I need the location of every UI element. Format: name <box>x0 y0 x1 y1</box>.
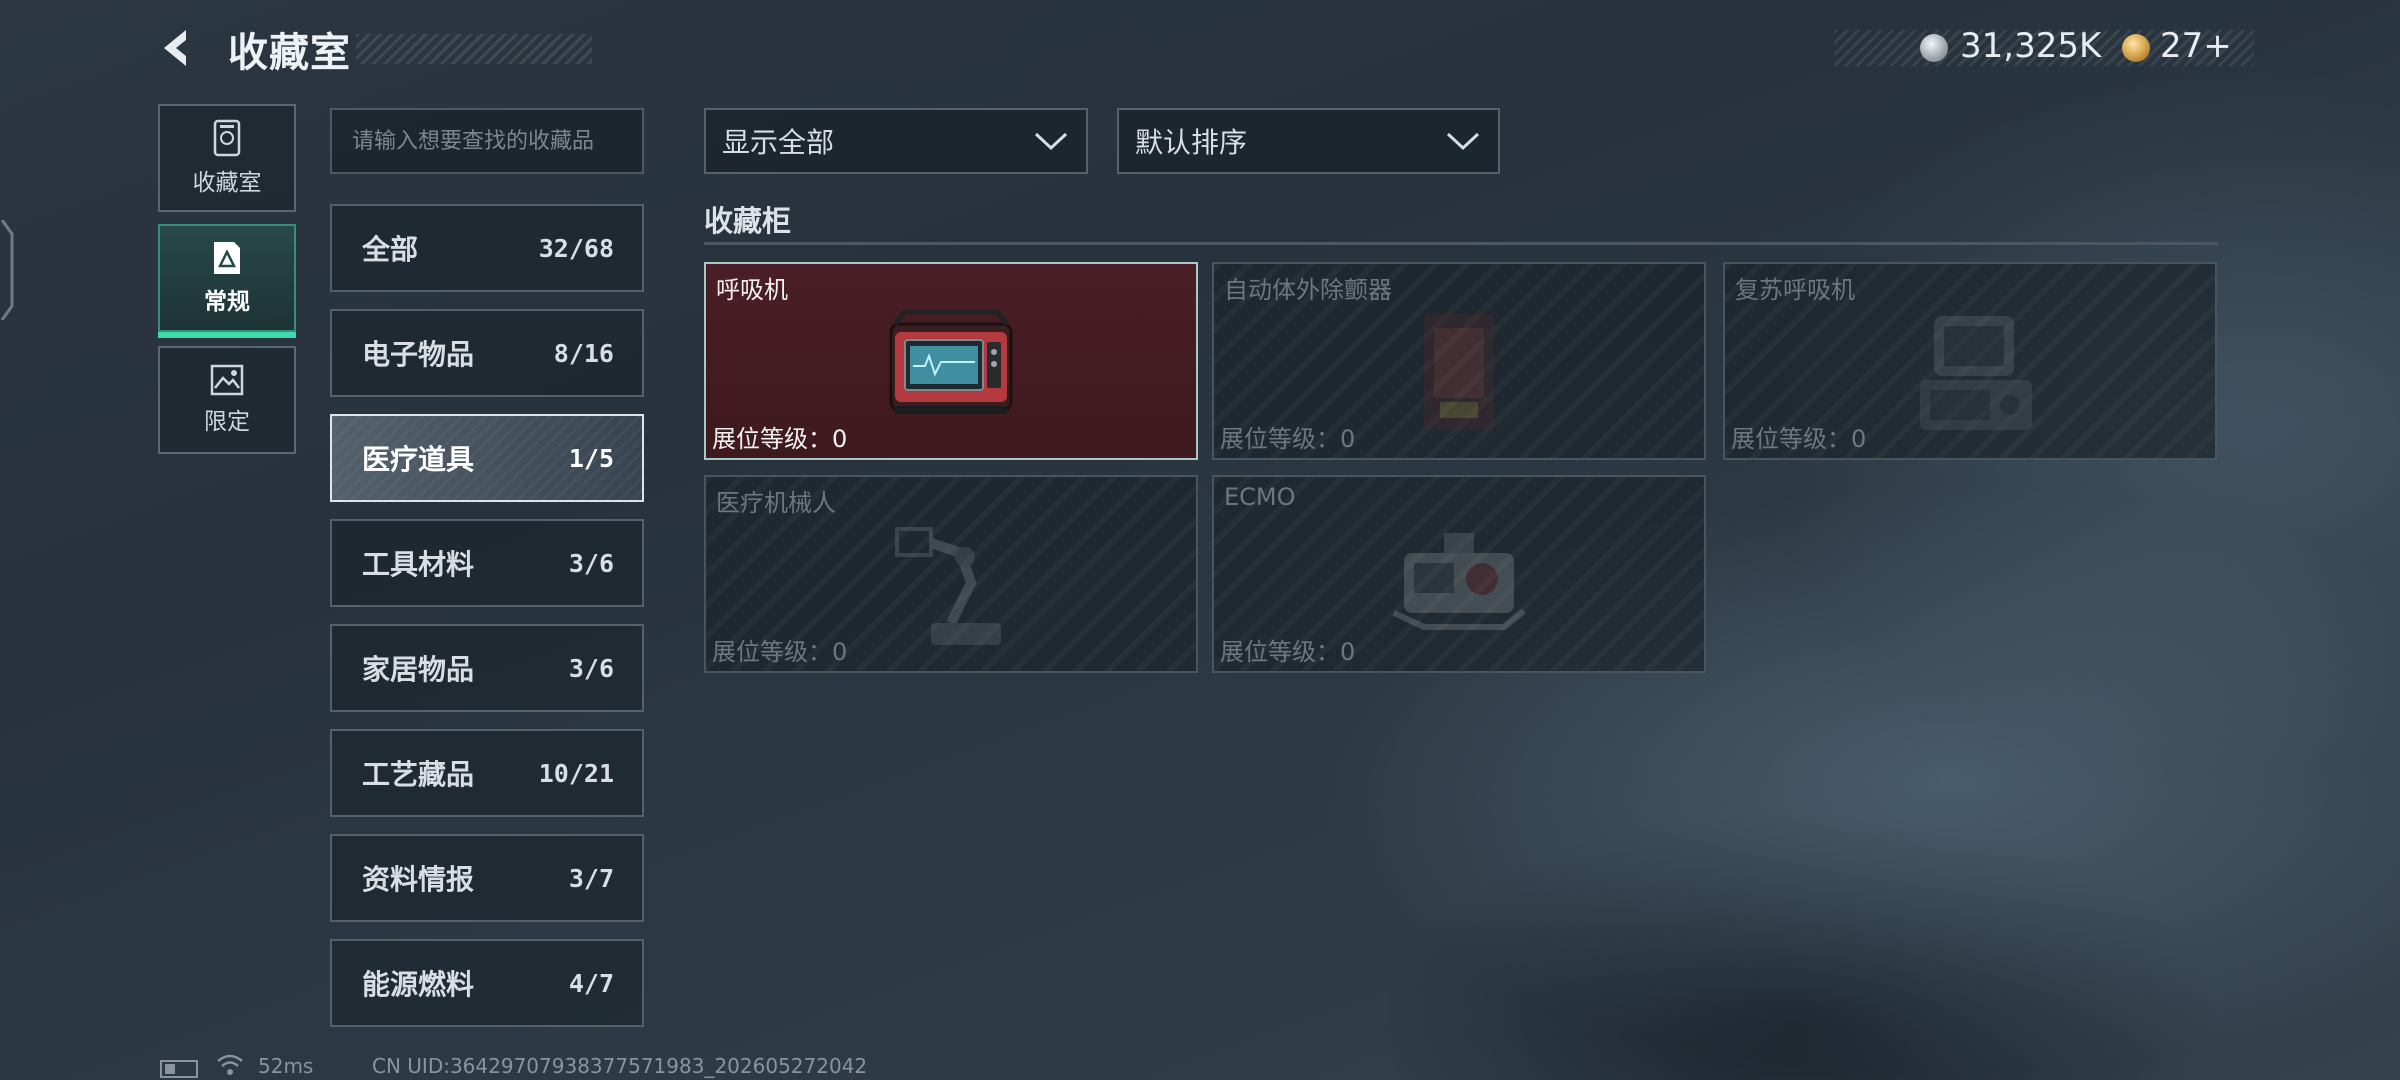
gold-currency-value[interactable]: 27+ <box>2160 26 2232 66</box>
item-name: 医疗机械人 <box>716 489 836 517</box>
category-name: 工艺藏品 <box>362 758 475 791</box>
gold-coin-icon <box>2122 34 2150 62</box>
category-count: 1/5 <box>568 443 614 473</box>
category-name: 电子物品 <box>362 338 475 371</box>
item-level: 展位等级：0 <box>712 638 848 666</box>
side-tab-limited[interactable]: 限定 <box>158 346 296 454</box>
item-name: 复苏呼吸机 <box>1735 276 1855 304</box>
vault-icon <box>213 119 241 157</box>
silver-coin-icon <box>1920 34 1948 62</box>
defibrillator-image <box>1424 314 1494 430</box>
collection-item-ventilator[interactable]: 呼吸机 展位等级：0 <box>704 262 1198 460</box>
category-all[interactable]: 全部 32/68 <box>330 204 644 292</box>
search-input[interactable] <box>352 128 622 154</box>
category-count: 4/7 <box>568 968 614 998</box>
item-name: ECMO <box>1224 483 1296 511</box>
uid-text: CN UID:36429707938377571983_202605272042 <box>372 1054 868 1078</box>
collection-item-resuscitator[interactable]: 复苏呼吸机 展位等级：0 <box>1723 262 2217 460</box>
collection-item-ecmo[interactable]: ECMO 展位等级：0 <box>1212 475 1706 673</box>
category-name: 能源燃料 <box>362 968 475 1001</box>
category-count: 8/16 <box>553 338 614 368</box>
chevron-down-icon <box>1034 132 1068 151</box>
section-divider <box>704 242 2218 245</box>
item-level: 展位等级：0 <box>1220 638 1356 666</box>
back-button[interactable] <box>156 26 200 70</box>
category-count: 10/21 <box>538 758 614 788</box>
side-tab-label: 限定 <box>204 409 250 435</box>
picture-icon <box>210 364 244 396</box>
category-name: 医疗道具 <box>362 443 475 476</box>
document-icon <box>214 242 240 274</box>
sort-dropdown[interactable]: 默认排序 <box>1117 108 1500 174</box>
ping-value: 52ms <box>258 1054 314 1078</box>
category-intel[interactable]: 资料情报 3/7 <box>330 834 644 922</box>
display-filter-value: 显示全部 <box>722 126 835 159</box>
side-tab-label: 收藏室 <box>192 170 262 196</box>
item-level: 展位等级：0 <box>1220 425 1356 453</box>
display-filter-dropdown[interactable]: 显示全部 <box>704 108 1088 174</box>
back-arrow-icon <box>164 30 186 66</box>
resuscitator-image <box>1920 316 2032 430</box>
collection-item-aed[interactable]: 自动体外除颤器 展位等级：0 <box>1212 262 1706 460</box>
category-medical[interactable]: 医疗道具 1/5 <box>330 414 644 502</box>
category-energy[interactable]: 能源燃料 4/7 <box>330 939 644 1027</box>
item-name: 呼吸机 <box>716 276 788 304</box>
battery-icon <box>160 1060 198 1078</box>
chevron-down-icon <box>1446 132 1480 151</box>
side-tab-regular[interactable]: 常规 <box>158 224 296 338</box>
category-electronics[interactable]: 电子物品 8/16 <box>330 309 644 397</box>
item-level: 展位等级：0 <box>1731 425 1867 453</box>
category-name: 工具材料 <box>362 548 475 581</box>
sort-value: 默认排序 <box>1135 126 1248 159</box>
ecmo-image <box>1392 533 1526 630</box>
category-name: 资料情报 <box>362 863 475 896</box>
category-count: 3/6 <box>568 653 614 683</box>
edge-bracket-icon <box>0 220 14 320</box>
category-tools[interactable]: 工具材料 3/6 <box>330 519 644 607</box>
category-name: 全部 <box>362 233 419 266</box>
silver-currency-value: 31,325K <box>1960 26 2102 66</box>
category-household[interactable]: 家居物品 3/6 <box>330 624 644 712</box>
search-box[interactable] <box>330 108 644 174</box>
title-decoration <box>356 34 592 64</box>
medical-robot-image <box>895 527 1001 645</box>
item-name: 自动体外除颤器 <box>1224 276 1392 304</box>
section-title: 收藏柜 <box>704 204 792 238</box>
item-level: 展位等级：0 <box>712 425 848 453</box>
category-count: 3/7 <box>568 863 614 893</box>
page-title: 收藏室 <box>228 30 351 76</box>
category-count: 3/6 <box>568 548 614 578</box>
ventilator-image <box>889 310 1013 414</box>
wifi-icon <box>217 1054 243 1075</box>
active-tab-indicator <box>158 332 296 338</box>
category-crafts[interactable]: 工艺藏品 10/21 <box>330 729 644 817</box>
side-tab-vault[interactable]: 收藏室 <box>158 104 296 212</box>
collection-item-medical-robot[interactable]: 医疗机械人 展位等级：0 <box>704 475 1198 673</box>
category-name: 家居物品 <box>362 653 475 686</box>
category-count: 32/68 <box>538 233 614 263</box>
side-tab-label: 常规 <box>204 289 250 315</box>
